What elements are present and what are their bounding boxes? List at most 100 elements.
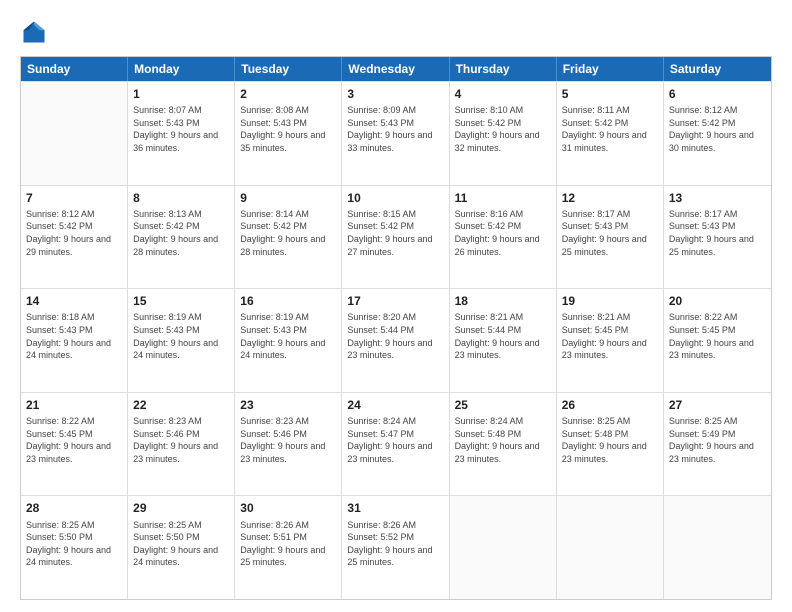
- calendar-cell: 12 Sunrise: 8:17 AMSunset: 5:43 PMDayligh…: [557, 186, 664, 289]
- day-info: Sunrise: 8:25 AMSunset: 5:48 PMDaylight:…: [562, 415, 658, 465]
- day-info: Sunrise: 8:26 AMSunset: 5:51 PMDaylight:…: [240, 519, 336, 569]
- day-info: Sunrise: 8:12 AMSunset: 5:42 PMDaylight:…: [669, 104, 766, 154]
- day-number: 26: [562, 397, 658, 413]
- day-info: Sunrise: 8:24 AMSunset: 5:47 PMDaylight:…: [347, 415, 443, 465]
- day-info: Sunrise: 8:24 AMSunset: 5:48 PMDaylight:…: [455, 415, 551, 465]
- calendar-cell: 26 Sunrise: 8:25 AMSunset: 5:48 PMDayligh…: [557, 393, 664, 496]
- calendar-cell: 13 Sunrise: 8:17 AMSunset: 5:43 PMDayligh…: [664, 186, 771, 289]
- day-info: Sunrise: 8:17 AMSunset: 5:43 PMDaylight:…: [562, 208, 658, 258]
- calendar-cell: 24 Sunrise: 8:24 AMSunset: 5:47 PMDayligh…: [342, 393, 449, 496]
- calendar-header: SundayMondayTuesdayWednesdayThursdayFrid…: [21, 57, 771, 81]
- calendar-cell: 9 Sunrise: 8:14 AMSunset: 5:42 PMDaylight…: [235, 186, 342, 289]
- header-day-monday: Monday: [128, 57, 235, 81]
- calendar-cell: [557, 496, 664, 599]
- day-info: Sunrise: 8:25 AMSunset: 5:50 PMDaylight:…: [26, 519, 122, 569]
- header-day-friday: Friday: [557, 57, 664, 81]
- day-info: Sunrise: 8:25 AMSunset: 5:50 PMDaylight:…: [133, 519, 229, 569]
- calendar-row-3: 14 Sunrise: 8:18 AMSunset: 5:43 PMDayligh…: [21, 288, 771, 392]
- calendar-cell: [664, 496, 771, 599]
- day-info: Sunrise: 8:15 AMSunset: 5:42 PMDaylight:…: [347, 208, 443, 258]
- day-info: Sunrise: 8:12 AMSunset: 5:42 PMDaylight:…: [26, 208, 122, 258]
- day-info: Sunrise: 8:16 AMSunset: 5:42 PMDaylight:…: [455, 208, 551, 258]
- calendar-cell: 2Sunrise: 8:08 AMSunset: 5:43 PMDaylight…: [235, 82, 342, 185]
- day-number: 22: [133, 397, 229, 413]
- day-number: 8: [133, 190, 229, 206]
- calendar-cell: 4Sunrise: 8:10 AMSunset: 5:42 PMDaylight…: [450, 82, 557, 185]
- day-info: Sunrise: 8:14 AMSunset: 5:42 PMDaylight:…: [240, 208, 336, 258]
- calendar-cell: 11Sunrise: 8:16 AMSunset: 5:42 PMDayligh…: [450, 186, 557, 289]
- calendar: SundayMondayTuesdayWednesdayThursdayFrid…: [20, 56, 772, 600]
- logo: [20, 18, 52, 46]
- calendar-cell: 23 Sunrise: 8:23 AMSunset: 5:46 PMDayligh…: [235, 393, 342, 496]
- calendar-cell: 31Sunrise: 8:26 AMSunset: 5:52 PMDayligh…: [342, 496, 449, 599]
- day-info: Sunrise: 8:23 AMSunset: 5:46 PMDaylight:…: [133, 415, 229, 465]
- calendar-cell: 30 Sunrise: 8:26 AMSunset: 5:51 PMDayligh…: [235, 496, 342, 599]
- day-info: Sunrise: 8:21 AMSunset: 5:45 PMDaylight:…: [562, 311, 658, 361]
- calendar-cell: 27 Sunrise: 8:25 AMSunset: 5:49 PMDayligh…: [664, 393, 771, 496]
- day-number: 27: [669, 397, 766, 413]
- day-number: 5: [562, 86, 658, 102]
- day-number: 24: [347, 397, 443, 413]
- day-number: 29: [133, 500, 229, 516]
- day-info: Sunrise: 8:11 AMSunset: 5:42 PMDaylight:…: [562, 104, 658, 154]
- calendar-row-1: 1 Sunrise: 8:07 AMSunset: 5:43 PMDaylight…: [21, 81, 771, 185]
- day-number: 6: [669, 86, 766, 102]
- calendar-cell: [450, 496, 557, 599]
- calendar-cell: 18Sunrise: 8:21 AMSunset: 5:44 PMDayligh…: [450, 289, 557, 392]
- day-number: 28: [26, 500, 122, 516]
- day-number: 25: [455, 397, 551, 413]
- calendar-cell: 19Sunrise: 8:21 AMSunset: 5:45 PMDayligh…: [557, 289, 664, 392]
- day-number: 9: [240, 190, 336, 206]
- header-day-tuesday: Tuesday: [235, 57, 342, 81]
- calendar-cell: 29 Sunrise: 8:25 AMSunset: 5:50 PMDayligh…: [128, 496, 235, 599]
- calendar-cell: 20 Sunrise: 8:22 AMSunset: 5:45 PMDayligh…: [664, 289, 771, 392]
- header: [20, 18, 772, 46]
- calendar-row-5: 28 Sunrise: 8:25 AMSunset: 5:50 PMDayligh…: [21, 495, 771, 599]
- day-info: Sunrise: 8:13 AMSunset: 5:42 PMDaylight:…: [133, 208, 229, 258]
- day-number: 4: [455, 86, 551, 102]
- day-number: 12: [562, 190, 658, 206]
- calendar-cell: 25 Sunrise: 8:24 AMSunset: 5:48 PMDayligh…: [450, 393, 557, 496]
- calendar-cell: 1 Sunrise: 8:07 AMSunset: 5:43 PMDaylight…: [128, 82, 235, 185]
- day-number: 1: [133, 86, 229, 102]
- day-number: 17: [347, 293, 443, 309]
- day-info: Sunrise: 8:19 AMSunset: 5:43 PMDaylight:…: [133, 311, 229, 361]
- calendar-cell: 21Sunrise: 8:22 AMSunset: 5:45 PMDayligh…: [21, 393, 128, 496]
- day-info: Sunrise: 8:22 AMSunset: 5:45 PMDaylight:…: [669, 311, 766, 361]
- day-info: Sunrise: 8:25 AMSunset: 5:49 PMDaylight:…: [669, 415, 766, 465]
- day-info: Sunrise: 8:19 AMSunset: 5:43 PMDaylight:…: [240, 311, 336, 361]
- calendar-cell: 28 Sunrise: 8:25 AMSunset: 5:50 PMDayligh…: [21, 496, 128, 599]
- logo-icon: [20, 18, 48, 46]
- day-number: 31: [347, 500, 443, 516]
- day-number: 16: [240, 293, 336, 309]
- calendar-cell: 17Sunrise: 8:20 AMSunset: 5:44 PMDayligh…: [342, 289, 449, 392]
- calendar-cell: 14 Sunrise: 8:18 AMSunset: 5:43 PMDayligh…: [21, 289, 128, 392]
- day-number: 14: [26, 293, 122, 309]
- day-number: 3: [347, 86, 443, 102]
- day-info: Sunrise: 8:09 AMSunset: 5:43 PMDaylight:…: [347, 104, 443, 154]
- calendar-row-4: 21Sunrise: 8:22 AMSunset: 5:45 PMDayligh…: [21, 392, 771, 496]
- day-number: 30: [240, 500, 336, 516]
- day-number: 2: [240, 86, 336, 102]
- calendar-body: 1 Sunrise: 8:07 AMSunset: 5:43 PMDaylight…: [21, 81, 771, 599]
- day-number: 13: [669, 190, 766, 206]
- calendar-cell: 6 Sunrise: 8:12 AMSunset: 5:42 PMDaylight…: [664, 82, 771, 185]
- calendar-cell: 3 Sunrise: 8:09 AMSunset: 5:43 PMDaylight…: [342, 82, 449, 185]
- day-info: Sunrise: 8:23 AMSunset: 5:46 PMDaylight:…: [240, 415, 336, 465]
- header-day-thursday: Thursday: [450, 57, 557, 81]
- day-number: 20: [669, 293, 766, 309]
- calendar-row-2: 7Sunrise: 8:12 AMSunset: 5:42 PMDaylight…: [21, 185, 771, 289]
- day-info: Sunrise: 8:21 AMSunset: 5:44 PMDaylight:…: [455, 311, 551, 361]
- header-day-saturday: Saturday: [664, 57, 771, 81]
- page: SundayMondayTuesdayWednesdayThursdayFrid…: [0, 0, 792, 612]
- day-info: Sunrise: 8:22 AMSunset: 5:45 PMDaylight:…: [26, 415, 122, 465]
- calendar-cell: 5 Sunrise: 8:11 AMSunset: 5:42 PMDaylight…: [557, 82, 664, 185]
- header-day-wednesday: Wednesday: [342, 57, 449, 81]
- day-number: 10: [347, 190, 443, 206]
- day-info: Sunrise: 8:17 AMSunset: 5:43 PMDaylight:…: [669, 208, 766, 258]
- header-day-sunday: Sunday: [21, 57, 128, 81]
- day-info: Sunrise: 8:18 AMSunset: 5:43 PMDaylight:…: [26, 311, 122, 361]
- day-info: Sunrise: 8:07 AMSunset: 5:43 PMDaylight:…: [133, 104, 229, 154]
- calendar-cell: [21, 82, 128, 185]
- day-number: 23: [240, 397, 336, 413]
